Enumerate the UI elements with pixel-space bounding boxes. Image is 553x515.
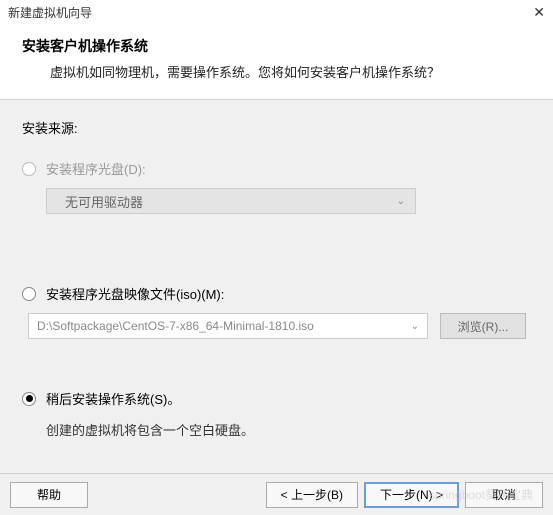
disc-drive-dropdown: 无可用驱动器 ⌄ [46,188,416,214]
option-disc-row[interactable]: 安装程序光盘(D): [22,159,531,178]
cancel-button[interactable]: 取消 [465,482,543,508]
iso-path-row: D:\Softpackage\CentOS-7-x86_64-Minimal-1… [28,313,531,339]
titlebar: 新建虚拟机向导 ✕ [0,0,553,24]
option-disc-label: 安装程序光盘(D): [46,159,146,178]
option-later: 稍后安装操作系统(S)。 创建的虚拟机将包含一个空白硬盘。 [22,389,531,439]
nav-button-group: < 上一步(B) 下一步(N) > 取消 [266,482,543,508]
page-subtitle: 虚拟机如同物理机，需要操作系统。您将如何安装客户机操作系统？ [22,62,531,81]
dropdown-value: 无可用驱动器 [65,192,143,211]
iso-path-input: D:\Softpackage\CentOS-7-x86_64-Minimal-1… [28,313,428,339]
window-title: 新建虚拟机向导 [8,4,92,21]
option-iso-label: 安装程序光盘映像文件(iso)(M): [46,284,224,303]
wizard-header: 安装客户机操作系统 虚拟机如同物理机，需要操作系统。您将如何安装客户机操作系统？ [0,24,553,100]
option-later-note: 创建的虚拟机将包含一个空白硬盘。 [46,420,531,439]
radio-iso[interactable] [22,287,36,301]
help-button[interactable]: 帮助 [10,482,88,508]
iso-path-value: D:\Softpackage\CentOS-7-x86_64-Minimal-1… [37,319,314,333]
back-button[interactable]: < 上一步(B) [266,482,358,508]
page-title: 安装客户机操作系统 [22,36,531,56]
chevron-down-icon: ⌄ [411,321,419,332]
wizard-body: 安装来源: 安装程序光盘(D): 无可用驱动器 ⌄ 安装程序光盘映像文件(iso… [0,100,553,459]
install-source-label: 安装来源: [22,118,531,137]
option-later-label: 稍后安装操作系统(S)。 [46,389,180,408]
next-button[interactable]: 下一步(N) > [364,482,459,508]
radio-later[interactable] [22,392,36,406]
chevron-down-icon: ⌄ [397,196,405,207]
wizard-footer: 帮助 < 上一步(B) 下一步(N) > 取消 [0,473,553,515]
option-later-row[interactable]: 稍后安装操作系统(S)。 [22,389,531,408]
option-disc: 安装程序光盘(D): 无可用驱动器 ⌄ [22,159,531,214]
radio-disc[interactable] [22,162,36,176]
browse-button: 浏览(R)... [440,313,526,339]
close-icon[interactable]: ✕ [533,4,545,21]
option-iso: 安装程序光盘映像文件(iso)(M): D:\Softpackage\CentO… [22,284,531,339]
option-iso-row[interactable]: 安装程序光盘映像文件(iso)(M): [22,284,531,303]
